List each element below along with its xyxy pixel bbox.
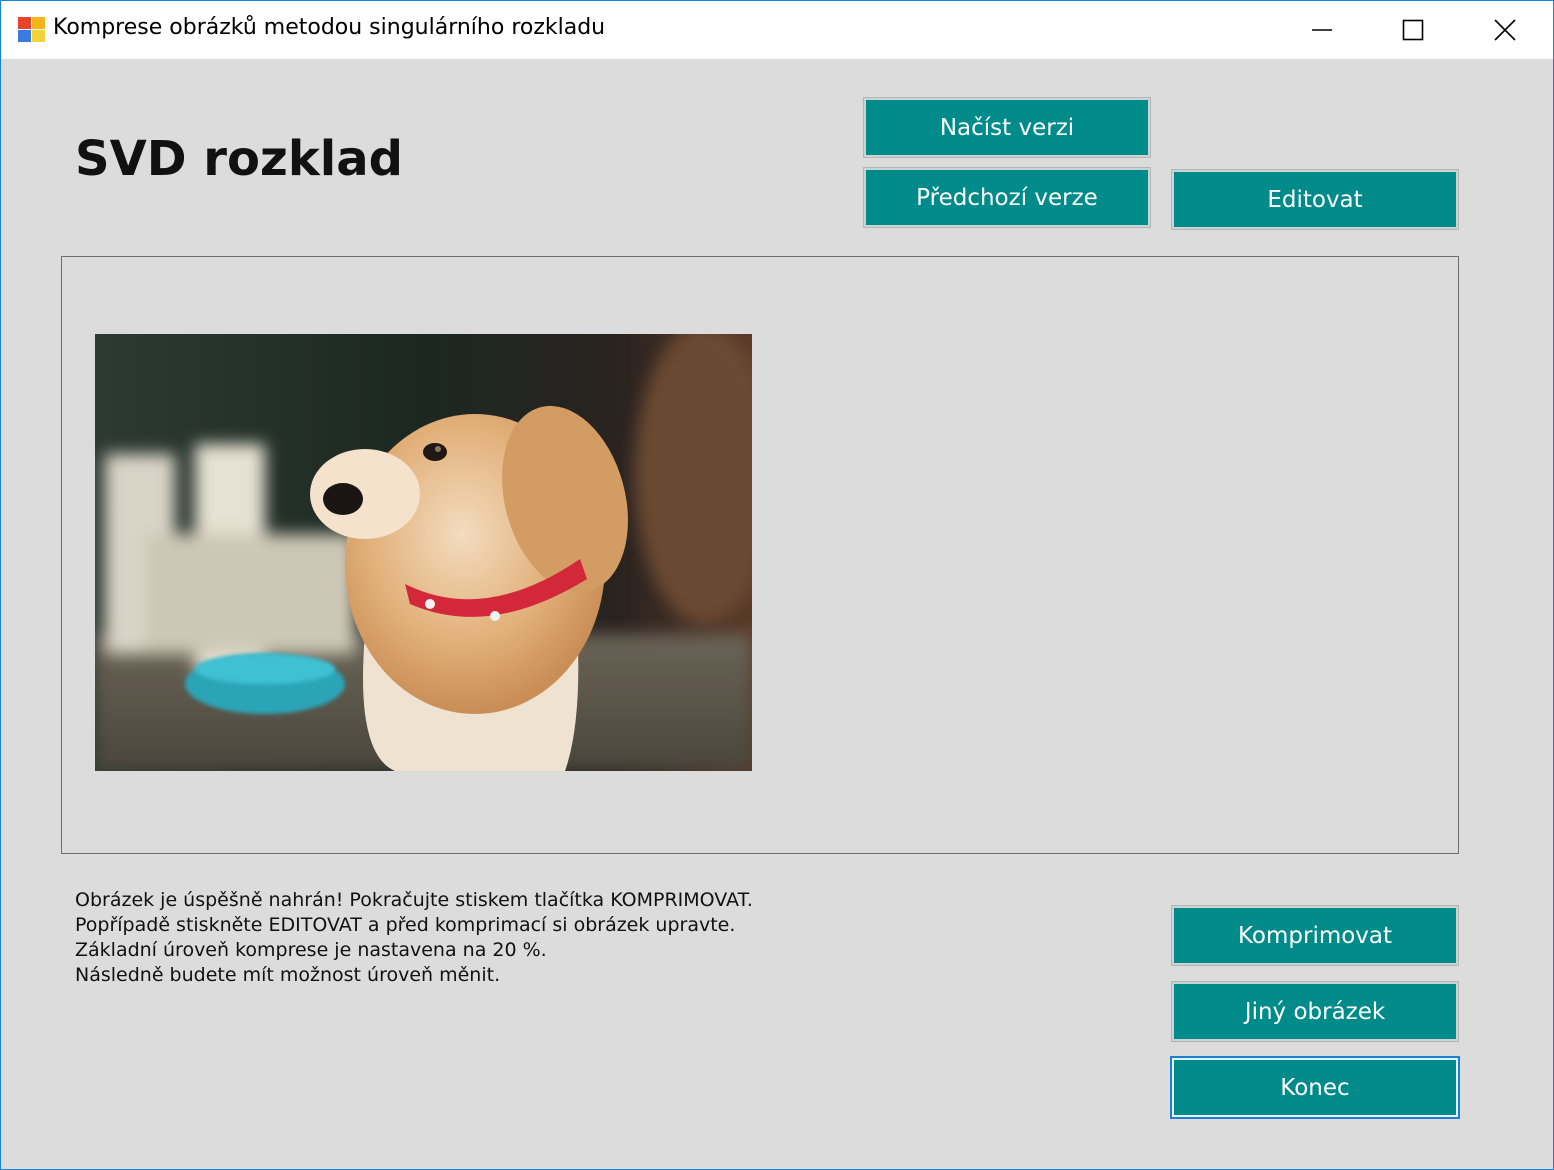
status-line: Základní úroveň komprese je nastavena na… <box>75 939 547 961</box>
app-icon <box>18 17 46 43</box>
app-window: Komprese obrázků metodou singulárního ro… <box>0 0 1554 1170</box>
exit-button[interactable]: Konec <box>1170 1056 1460 1119</box>
status-line: Následně budete mít možnost úroveň měnit… <box>75 964 501 986</box>
maximize-icon <box>1402 19 1424 41</box>
minimize-button[interactable] <box>1276 1 1368 59</box>
edit-button[interactable]: Editovat <box>1171 169 1459 230</box>
status-line: Obrázek je úspěšně nahrán! Pokračujte st… <box>75 889 753 911</box>
close-button[interactable] <box>1459 1 1551 59</box>
title-bar[interactable]: Komprese obrázků metodou singulárního ro… <box>1 1 1553 59</box>
page-title: SVD rozklad <box>75 131 403 187</box>
puppy-image <box>95 334 752 771</box>
window-title: Komprese obrázků metodou singulárního ro… <box>53 15 606 40</box>
compress-button[interactable]: Komprimovat <box>1171 905 1459 966</box>
maximize-button[interactable] <box>1367 1 1459 59</box>
image-panel <box>61 256 1459 854</box>
status-message: Obrázek je úspěšně nahrán! Pokračujte st… <box>75 888 753 988</box>
previous-version-button[interactable]: Předchozí verze <box>863 167 1151 228</box>
status-line: Popřípadě stiskněte EDITOVAT a před komp… <box>75 914 736 936</box>
minimize-icon <box>1312 29 1332 31</box>
close-icon <box>1494 19 1516 41</box>
load-version-button[interactable]: Načíst verzi <box>863 97 1151 158</box>
other-image-button[interactable]: Jiný obrázek <box>1171 981 1459 1042</box>
